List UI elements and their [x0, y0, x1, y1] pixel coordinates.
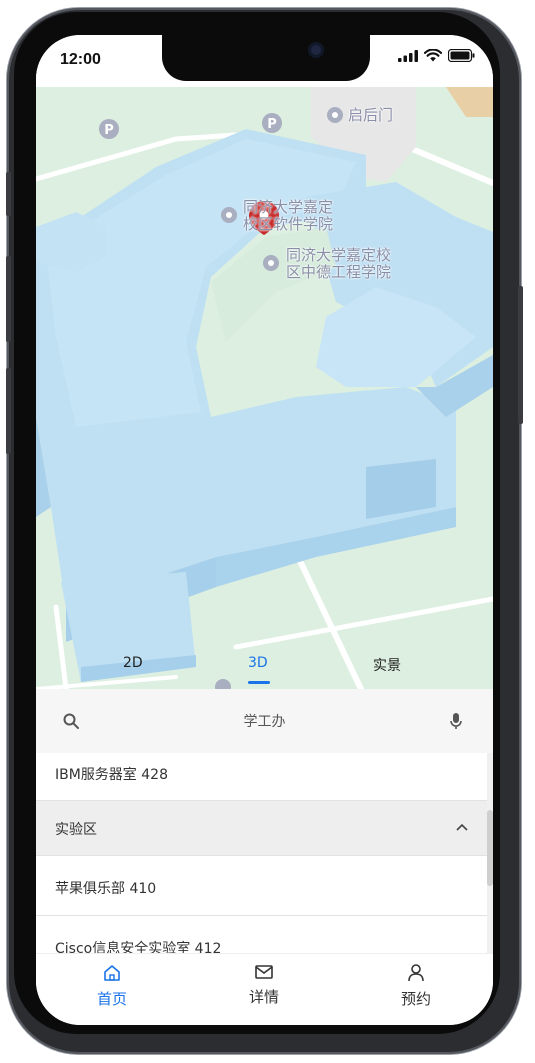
map-canvas: P P	[36, 87, 493, 689]
search-bar[interactable]: 学工办	[36, 689, 493, 753]
list-item[interactable]: 苹果俱乐部 410	[36, 856, 487, 916]
person-icon	[408, 964, 424, 982]
chevron-up-icon[interactable]	[456, 823, 468, 831]
map-label-line: 校区软件学院	[243, 215, 334, 233]
poi-pin-icon	[327, 107, 343, 123]
list-item-label: 苹果俱乐部 410	[55, 881, 157, 897]
mute-switch	[6, 172, 11, 216]
nav-item-details[interactable]: 详情	[224, 964, 304, 1007]
nav-item-home[interactable]: 首页	[72, 964, 152, 1009]
tab-street-view[interactable]: 实景	[373, 655, 401, 675]
bottom-nav: 首页 详情 预约	[36, 953, 493, 1025]
list-group-header[interactable]: 实验区	[36, 801, 487, 856]
notch	[162, 35, 370, 81]
map-label-german-school: 同济大学嘉定校 区中德工程学院	[286, 247, 391, 281]
microphone-icon[interactable]	[450, 713, 462, 730]
list-group-label: 实验区	[55, 822, 97, 838]
battery-icon	[448, 49, 475, 62]
map-view-tabs: 2D 3D 实景	[36, 655, 493, 687]
nav-label: 首页	[96, 990, 127, 1008]
list-item-label: IBM服务器室 428	[55, 767, 168, 783]
front-camera	[308, 42, 324, 58]
svg-text:P: P	[104, 123, 114, 138]
tab-2d[interactable]: 2D	[123, 655, 143, 671]
map-label-line: 区中德工程学院	[286, 263, 392, 281]
mail-icon	[255, 965, 273, 979]
poi-pin-icon	[221, 207, 237, 223]
svg-text:P: P	[267, 117, 277, 132]
list-item[interactable]: IBM服务器室 428	[36, 753, 487, 801]
nav-label: 详情	[248, 988, 279, 1006]
tab-3d[interactable]: 3D	[248, 655, 268, 671]
list-item[interactable]: Cisco信息安全实验室 412	[36, 916, 487, 953]
list-item-label: Cisco信息安全实验室 412	[55, 941, 222, 953]
room-list[interactable]: IBM服务器室 428 实验区 苹果俱乐部 410 Cisco信息安全实验室 4…	[36, 753, 487, 953]
volume-down-button	[6, 368, 11, 454]
map-label-software-school: 同济大学嘉定 校区软件学院	[243, 199, 333, 233]
map-label-line: 同济大学嘉定校	[286, 246, 392, 264]
map-label-line: 同济大学嘉定	[243, 198, 334, 216]
parking-icon: P	[262, 113, 282, 133]
nav-item-booking[interactable]: 预约	[376, 964, 456, 1009]
map-label-gate: 启后门	[348, 106, 394, 124]
parking-icon: P	[99, 119, 119, 139]
volume-up-button	[6, 256, 11, 342]
scrollbar-thumb[interactable]	[487, 810, 493, 886]
power-button	[518, 286, 523, 424]
status-icons	[398, 49, 475, 62]
search-input[interactable]: 学工办	[36, 711, 493, 731]
nav-label: 预约	[400, 990, 431, 1008]
home-icon	[104, 965, 120, 981]
screen: 12:00 P P 启后门 同济大学嘉定 校区软件学院 同济大学嘉定校 区中德工…	[36, 35, 493, 1025]
map-view[interactable]: P P 启后门 同济大学嘉定 校区软件学院 同济大学嘉定校 区中德工程学院 2D…	[36, 87, 493, 689]
poi-pin-icon	[263, 255, 279, 271]
status-time: 12:00	[60, 51, 101, 68]
wifi-icon	[424, 49, 442, 62]
active-tab-indicator	[248, 681, 270, 684]
signal-icon	[398, 49, 418, 62]
